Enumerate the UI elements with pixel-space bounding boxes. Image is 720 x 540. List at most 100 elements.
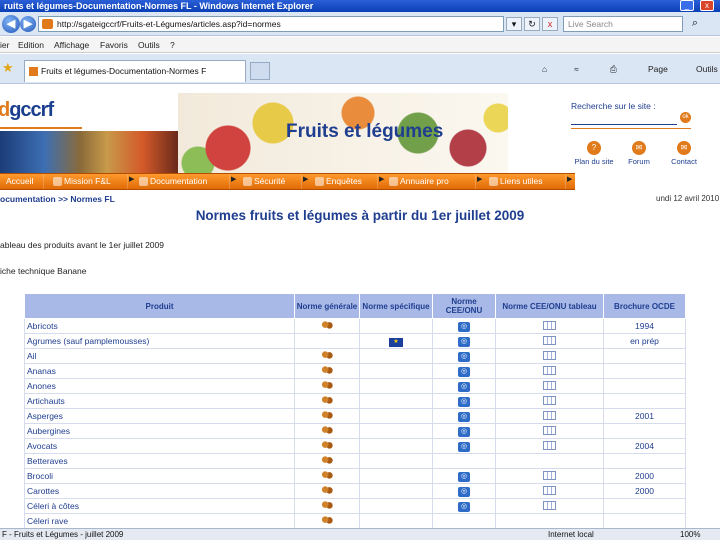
minimize-button[interactable]: _ [680,0,694,11]
table-icon[interactable] [543,350,556,360]
un-icon[interactable]: ◎ [458,472,470,482]
unece-norm-cell[interactable]: ◎ [432,423,496,439]
unece-norm-cell[interactable]: ◎ [432,393,496,409]
general-norm-cell[interactable] [294,513,360,529]
ocde-brochure-cell[interactable]: en prép [603,333,686,349]
table-icon[interactable] [543,500,556,510]
general-norm-icon[interactable] [321,321,333,329]
product-name[interactable]: Asperges [24,408,295,424]
general-norm-icon[interactable] [321,351,333,359]
address-bar[interactable]: http://sgateigccrf/Fruits-et-Légumes/art… [38,16,504,32]
link-old-products-table[interactable]: ableau des produits avant le 1er juillet… [0,240,164,250]
table-icon[interactable] [543,335,556,345]
quick-link-forum[interactable]: ✉ Forum [614,141,664,166]
unece-norm-cell[interactable]: ◎ [432,363,496,379]
unece-norm-cell[interactable]: ◎ [432,318,496,334]
refresh-button[interactable]: ↻ [524,17,540,31]
page-menu[interactable]: Page [648,62,668,76]
nav-enquetes[interactable]: Enquêtes [314,174,378,189]
nav-annuaire[interactable]: Annuaire pro [388,174,476,189]
un-icon[interactable]: ◎ [458,352,470,362]
unece-norm-cell[interactable]: ◎ [432,348,496,364]
nav-liens[interactable]: Liens utiles [488,174,566,189]
table-icon[interactable] [543,365,556,375]
table-icon[interactable] [543,410,556,420]
new-tab-button[interactable] [250,62,270,80]
general-norm-icon[interactable] [321,471,333,479]
general-norm-icon[interactable] [321,426,333,434]
live-search-input[interactable]: Live Search [563,16,683,32]
general-norm-cell[interactable] [294,498,360,514]
general-norm-cell[interactable] [294,363,360,379]
unece-table-cell[interactable] [495,498,604,514]
stop-button[interactable]: x [542,17,558,31]
table-icon[interactable] [543,320,556,330]
general-norm-cell[interactable] [294,453,360,469]
nav-accueil[interactable]: Accueil [0,174,44,189]
un-icon[interactable]: ◎ [458,337,470,347]
unece-table-cell[interactable] [495,348,604,364]
product-name[interactable]: Abricots [24,318,295,334]
general-norm-cell[interactable] [294,468,360,484]
general-norm-cell[interactable] [294,438,360,454]
general-norm-cell[interactable] [294,318,360,334]
unece-table-cell[interactable] [495,393,604,409]
ocde-brochure-cell[interactable]: 2000 [603,468,686,484]
general-norm-cell[interactable] [294,483,360,499]
unece-table-cell[interactable] [495,423,604,439]
print-icon[interactable]: ⎙ [610,62,617,76]
unece-table-cell[interactable] [495,333,604,349]
unece-norm-cell[interactable]: ◎ [432,408,496,424]
table-icon[interactable] [543,485,556,495]
un-icon[interactable]: ◎ [458,382,470,392]
feeds-icon[interactable]: ≈ [574,62,579,76]
un-icon[interactable]: ◎ [458,487,470,497]
product-name[interactable]: Agrumes (sauf pamplemousses) [24,333,295,349]
unece-norm-cell[interactable]: ◎ [432,438,496,454]
unece-table-cell[interactable] [495,378,604,394]
general-norm-icon[interactable] [321,411,333,419]
dropdown-icon[interactable]: ▾ [506,17,522,31]
nav-documentation[interactable]: Documentation [138,174,230,189]
home-icon[interactable]: ⌂ [542,62,547,76]
table-icon[interactable] [543,440,556,450]
search-icon[interactable]: ⌕ [686,16,704,32]
eu-flag-icon[interactable]: ★ [389,338,403,347]
table-icon[interactable] [543,470,556,480]
unece-table-cell[interactable] [495,468,604,484]
breadcrumb[interactable]: ocumentation >> Normes FL [0,194,115,204]
general-norm-icon[interactable] [321,396,333,404]
un-icon[interactable]: ◎ [458,367,470,377]
unece-table-cell[interactable] [495,408,604,424]
unece-norm-cell[interactable]: ◎ [432,483,496,499]
menu-file[interactable]: ier [0,39,9,51]
menu-tools[interactable]: Outils [138,39,160,51]
ocde-brochure-cell[interactable]: 2004 [603,438,686,454]
product-name[interactable]: Brocoli [24,468,295,484]
unece-table-cell[interactable] [495,318,604,334]
quick-link-sitemap[interactable]: ? Plan du site [569,141,619,166]
specific-norm-cell[interactable]: ★ [359,333,433,349]
site-logo[interactable]: dgccrf [0,99,54,122]
nav-mission[interactable]: Mission F&L [52,174,128,189]
un-icon[interactable]: ◎ [458,322,470,332]
un-icon[interactable]: ◎ [458,442,470,452]
forward-button[interactable]: ▶ [20,16,36,32]
general-norm-cell[interactable] [294,408,360,424]
unece-norm-cell[interactable]: ◎ [432,468,496,484]
un-icon[interactable]: ◎ [458,397,470,407]
product-name[interactable]: Céleri rave [24,513,295,529]
site-search-ok-button[interactable]: ok [680,112,691,123]
un-icon[interactable]: ◎ [458,427,470,437]
general-norm-icon[interactable] [321,381,333,389]
unece-table-cell[interactable] [495,363,604,379]
site-search-input[interactable] [571,114,677,125]
menu-view[interactable]: Affichage [54,39,89,51]
product-name[interactable]: Ananas [24,363,295,379]
ocde-brochure-cell[interactable]: 1994 [603,318,686,334]
menu-help[interactable]: ? [170,39,175,51]
back-button[interactable]: ◀ [2,15,20,33]
table-icon[interactable] [543,380,556,390]
zoom-level[interactable]: 100% [680,529,700,540]
menu-edit[interactable]: Edition [18,39,44,51]
